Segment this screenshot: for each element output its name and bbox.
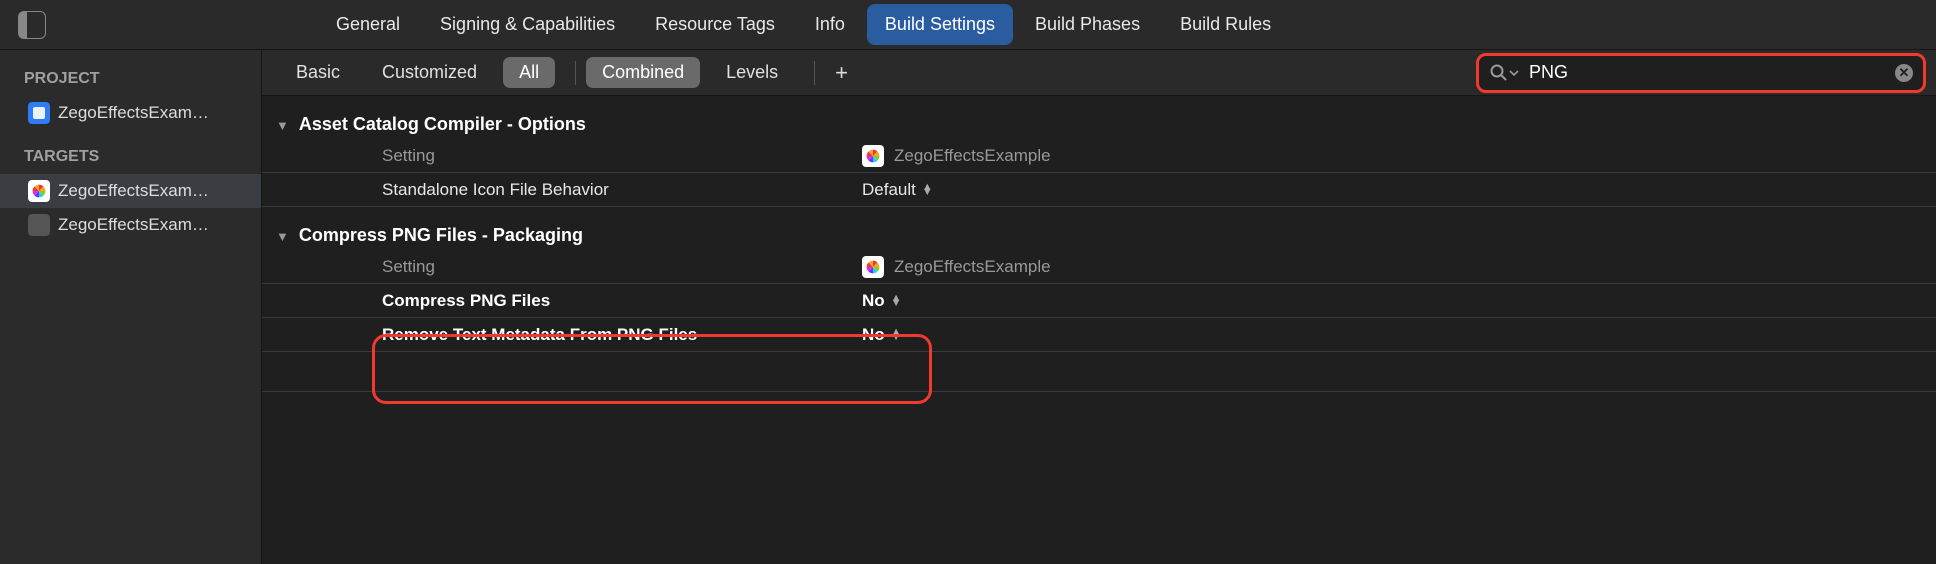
filter-customized[interactable]: Customized: [366, 57, 493, 88]
search-box[interactable]: ✕: [1476, 53, 1926, 93]
settings-list: ▼ Asset Catalog Compiler - Options Setti…: [262, 96, 1936, 564]
sidebar-target-item[interactable]: ZegoEffectsExam…: [0, 208, 261, 242]
section-header[interactable]: ▼ Compress PNG Files - Packaging: [262, 225, 1936, 246]
setting-row-remove-metadata[interactable]: Remove Text Metadata From PNG Files No ▲…: [262, 318, 1936, 352]
stepper-icon: ▲▼: [891, 296, 902, 306]
filter-combined[interactable]: Combined: [586, 57, 700, 88]
clear-search-icon[interactable]: ✕: [1895, 64, 1913, 82]
section-footer: [262, 352, 1936, 392]
target-icon: [28, 214, 50, 236]
filter-all[interactable]: All: [503, 57, 555, 88]
setting-value[interactable]: Default: [862, 180, 916, 200]
disclosure-icon: ▼: [276, 229, 289, 244]
section-title: Compress PNG Files - Packaging: [299, 225, 583, 246]
project-navigator: PROJECT ZegoEffectsExam… TARGETS: [0, 50, 262, 564]
search-icon: [1489, 63, 1519, 83]
column-header-row: Setting: [262, 139, 1936, 173]
column-header-value: ZegoEffectsExample: [894, 146, 1051, 166]
filter-levels[interactable]: Levels: [710, 57, 794, 88]
section-title: Asset Catalog Compiler - Options: [299, 114, 586, 135]
column-header-row: Setting: [262, 250, 1936, 284]
filter-basic[interactable]: Basic: [280, 57, 356, 88]
search-input[interactable]: [1529, 62, 1895, 83]
separator: [575, 61, 576, 85]
project-icon: [28, 102, 50, 124]
filter-bar: Basic Customized All Combined Levels + ✕: [262, 50, 1936, 96]
setting-value[interactable]: No: [862, 325, 885, 345]
section-header[interactable]: ▼ Asset Catalog Compiler - Options: [262, 114, 1936, 135]
editor-tabs: General Signing & Capabilities Resource …: [0, 0, 1936, 50]
column-header-setting: Setting: [382, 257, 862, 277]
sidebar-project-item[interactable]: ZegoEffectsExam…: [0, 96, 261, 130]
stepper-icon: ▲▼: [891, 330, 902, 340]
target-icon: [862, 145, 884, 167]
tab-signing[interactable]: Signing & Capabilities: [422, 4, 633, 45]
tab-build-phases[interactable]: Build Phases: [1017, 4, 1158, 45]
panel-toggle-icon[interactable]: [18, 11, 46, 39]
setting-name: Standalone Icon File Behavior: [382, 180, 862, 200]
separator: [814, 61, 815, 85]
tab-info[interactable]: Info: [797, 4, 863, 45]
chevron-down-icon: [1509, 68, 1519, 78]
sidebar-project-label: ZegoEffectsExam…: [58, 103, 209, 123]
target-icon: [862, 256, 884, 278]
setting-value[interactable]: No: [862, 291, 885, 311]
sidebar-header-project: PROJECT: [0, 60, 261, 96]
tab-build-settings[interactable]: Build Settings: [867, 4, 1013, 45]
setting-row[interactable]: Standalone Icon File Behavior Default ▲▼: [262, 173, 1936, 207]
add-button[interactable]: +: [825, 60, 858, 86]
sidebar-target-item[interactable]: ZegoEffectsExam…: [0, 174, 261, 208]
tab-resource-tags[interactable]: Resource Tags: [637, 4, 793, 45]
stepper-icon: ▲▼: [922, 185, 933, 195]
settings-section: ▼ Asset Catalog Compiler - Options Setti…: [262, 96, 1936, 207]
setting-name: Compress PNG Files: [382, 291, 862, 311]
tab-general[interactable]: General: [318, 4, 418, 45]
sidebar-target-label: ZegoEffectsExam…: [58, 215, 209, 235]
setting-row-compress-png[interactable]: Compress PNG Files No ▲▼: [262, 284, 1936, 318]
settings-panel: Basic Customized All Combined Levels + ✕: [262, 50, 1936, 564]
sidebar-target-label: ZegoEffectsExam…: [58, 181, 209, 201]
disclosure-icon: ▼: [276, 118, 289, 133]
tab-build-rules[interactable]: Build Rules: [1162, 4, 1289, 45]
sidebar-header-targets: TARGETS: [0, 138, 261, 174]
target-icon: [28, 180, 50, 202]
column-header-setting: Setting: [382, 146, 862, 166]
settings-section: ▼ Compress PNG Files - Packaging Setting: [262, 207, 1936, 392]
setting-name: Remove Text Metadata From PNG Files: [382, 325, 862, 345]
column-header-value: ZegoEffectsExample: [894, 257, 1051, 277]
